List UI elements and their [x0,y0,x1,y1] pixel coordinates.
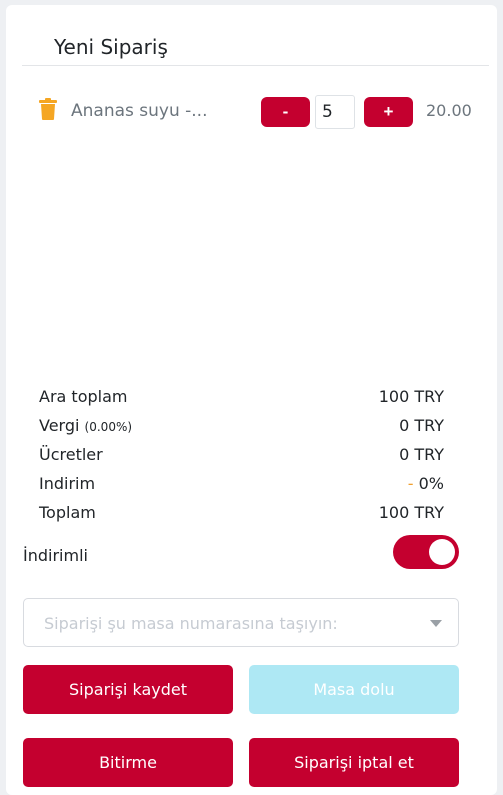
fees-row: Ücretler 0 TRY [39,443,444,472]
increase-quantity-button[interactable]: + [364,97,413,127]
decrease-quantity-button[interactable]: - [261,97,310,127]
tax-value: 0 TRY [399,416,444,435]
quantity-input[interactable] [315,95,355,129]
discount-row: Indirim - 0% [39,472,444,501]
move-table-select[interactable]: Siparişi şu masa numarasına taşıyın: [23,598,459,647]
order-totals: Ara toplam 100 TRY Vergi (0.00%) 0 TRY Ü… [39,385,444,530]
item-name: Ananas suyu -... [71,101,208,121]
discounted-toggle-label: İndirimli [23,546,88,565]
save-order-button[interactable]: Siparişi kaydet [23,665,233,714]
caret-down-icon [430,620,442,627]
panel-title: Yeni Sipariş [54,35,168,59]
fees-value: 0 TRY [399,445,444,464]
order-line-item: Ananas suyu -... - + 20.00 [39,91,489,129]
new-order-panel: Yeni Sipariş Ananas suyu -... - + 20.00 … [6,5,497,795]
total-label: Toplam [39,503,96,522]
divider [22,65,489,66]
move-table-placeholder: Siparişi şu masa numarasına taşıyın: [44,614,338,633]
discount-value: - 0% [407,474,444,493]
tax-row: Vergi (0.00%) 0 TRY [39,414,444,443]
total-row: Toplam 100 TRY [39,501,444,530]
item-price: 20.00 [426,101,472,120]
trash-icon[interactable] [39,98,57,120]
tax-rate: (0.00%) [84,420,133,434]
finish-button[interactable]: Bitirme [23,738,233,787]
subtotal-row: Ara toplam 100 TRY [39,385,444,414]
cancel-order-button[interactable]: Siparişi iptal et [249,738,459,787]
discounted-toggle[interactable] [393,535,459,569]
tax-label: Vergi (0.00%) [39,416,133,435]
toggle-knob [429,539,455,565]
subtotal-value: 100 TRY [378,387,444,406]
discount-label: Indirim [39,474,96,493]
table-full-button[interactable]: Masa dolu [249,665,459,714]
total-value: 100 TRY [378,503,444,522]
fees-label: Ücretler [39,445,103,464]
subtotal-label: Ara toplam [39,387,128,406]
